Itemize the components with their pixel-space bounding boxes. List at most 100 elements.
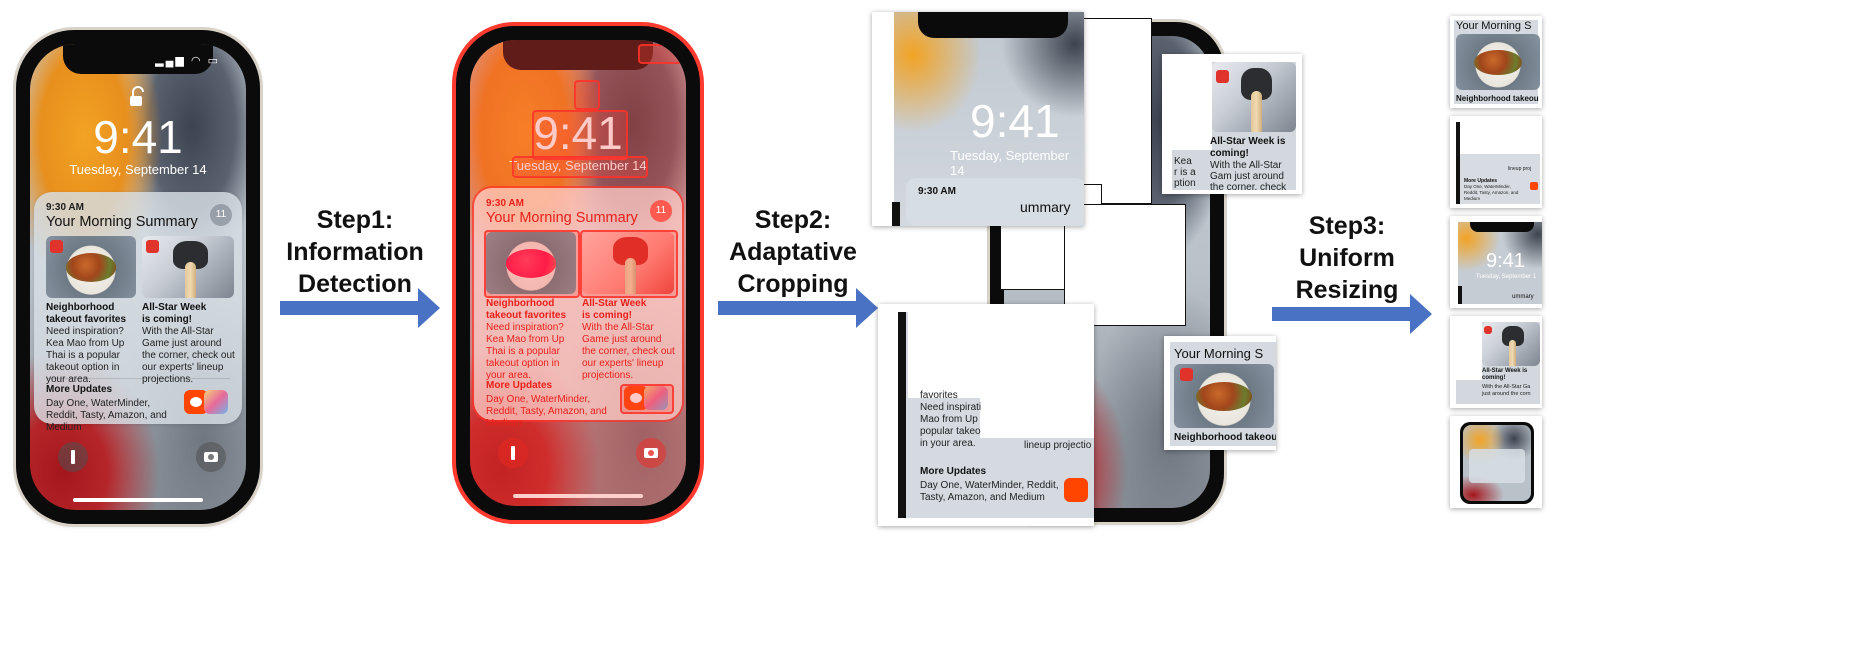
thumb-sport: All-Star Week is coming! With the All-St… — [1450, 316, 1542, 408]
thumb-right: lineup proj — [1508, 166, 1532, 172]
crop-date-text: Tuesday, September 14 — [950, 148, 1070, 178]
flashlight-button[interactable] — [498, 438, 528, 468]
thumb-phone-card — [1469, 449, 1525, 483]
story1-body: Need inspiration? Kea Mao from Up Thai i… — [46, 326, 125, 385]
more-updates-list: Day One, WaterMinder, Reddit, Tasty, Ama… — [46, 398, 167, 433]
notification-badge: 11 — [210, 204, 232, 226]
thumb-phone-screen — [1463, 425, 1531, 501]
crop-notch — [918, 12, 1068, 38]
thumb-more-list: Day One, WaterMinder, Reddit, Tasty, Ama… — [1464, 184, 1519, 201]
app-icon — [1180, 368, 1193, 381]
divider — [46, 378, 230, 379]
date: Tuesday, September 14 — [69, 162, 207, 177]
thumb-body: With the All-Star Ga just around the cor… — [1482, 384, 1531, 397]
story2-headline: All-Star Week is coming! — [582, 298, 647, 321]
crop-outline — [1082, 18, 1152, 204]
crop-left-body: favorites Need inspirati Mao from Up pop… — [920, 390, 982, 449]
story1-body: Need inspiration? Kea Mao from Up Thai i… — [486, 322, 565, 381]
story2-headline: All-Star Week is coming! — [142, 302, 207, 325]
thumb-date-text: Tuesday, September 1 — [1476, 274, 1537, 280]
more-updates-title: More Updates — [46, 384, 113, 395]
food-image — [1456, 34, 1540, 90]
crop-food-area: Your Morning S Neighborhood takeou — [1170, 342, 1276, 446]
crop-mask — [980, 398, 1094, 438]
crop-mask — [1172, 62, 1212, 150]
phone-original: ▂▄▆ ◠ ▭ 9:41 Tuesday, September 14 9:30 … — [0, 14, 278, 532]
detect-status — [638, 44, 682, 64]
crop-sport-headline: All-Star Week is coming! — [1210, 136, 1286, 159]
step2-arrow — [718, 301, 858, 315]
thumb-mask — [1456, 322, 1482, 380]
notification-time: 9:30 AM — [46, 202, 84, 213]
thumb-more-updates: lineup proj More Updates Day One, WaterM… — [1450, 116, 1542, 208]
step2-label: Step2: Adaptative Cropping — [729, 206, 857, 298]
step1-arrow-head — [418, 288, 440, 328]
thumb-phone — [1450, 416, 1542, 508]
story1-headline: Neighborhood takeout favorites — [46, 302, 127, 325]
crop-more-list: Day One, WaterMinder, Reddit, Tasty, Ama… — [920, 480, 1059, 503]
phone-detection: 9:41 Tuesday, September 14 9:30 AM Your … — [442, 14, 718, 532]
notification-card[interactable]: 9:30 AM Your Morning Summary 11 Neighbor… — [474, 188, 682, 429]
thumb-black-edge — [1456, 122, 1460, 204]
app-icon — [146, 240, 159, 253]
crop-summary: ummary — [1020, 199, 1071, 215]
app-icon — [1216, 70, 1229, 83]
phone-frame: ▂▄▆ ◠ ▭ 9:41 Tuesday, September 14 9:30 … — [16, 30, 260, 524]
flashlight-button[interactable] — [58, 442, 88, 472]
camera-button[interactable] — [196, 442, 226, 472]
reddit-icon — [1064, 478, 1088, 502]
crop-body-area: favorites Need inspirati Mao from Up pop… — [900, 312, 1094, 518]
more-updates-list: Day One, WaterMinder, Reddit, Tasty, Ama… — [486, 394, 607, 429]
home-indicator — [73, 498, 203, 502]
crop-food-caption: Neighborhood takeou — [1174, 432, 1276, 443]
step3-label: Step3: Uniform Resizing — [1295, 212, 1399, 304]
thumb-food: Your Morning S Neighborhood takeou — [1450, 16, 1542, 108]
notification-badge: 11 — [650, 200, 672, 222]
thumb-notch — [1470, 222, 1534, 232]
notification-title: Your Morning Summary — [46, 214, 198, 230]
status-icons: ▂▄▆ ◠ ▭ — [155, 55, 220, 67]
thumb-mask — [1458, 122, 1540, 154]
step1-arrow — [280, 301, 420, 315]
step3-arrow — [1272, 307, 1412, 321]
crop-sport: All-Star Week is coming! With the All-St… — [1162, 54, 1302, 194]
crop-food-title: Your Morning S — [1174, 346, 1264, 361]
lock-screen: 9:41 Tuesday, September 14 9:30 AM Your … — [470, 40, 686, 506]
crop-sport-area: All-Star Week is coming! With the All-St… — [1172, 62, 1296, 190]
app-icon — [1484, 326, 1492, 334]
clock: 9:41 — [93, 111, 183, 163]
cropping-collage: 9:41 Tuesday, September 14 9:30 AM ummar… — [870, 8, 1310, 540]
thumb-head: All-Star Week is coming! — [1482, 368, 1528, 381]
thumb-black-edge — [1458, 286, 1462, 304]
reddit-icon — [1530, 182, 1538, 190]
crop-food: Your Morning S Neighborhood takeou — [1164, 336, 1276, 450]
app-icon — [50, 240, 63, 253]
crop-lineup: lineup projectio — [1024, 440, 1092, 451]
crop-black-edge — [892, 202, 900, 226]
story1-headline: Neighborhood takeout favorites — [486, 298, 567, 321]
home-indicator — [513, 494, 643, 498]
resized-thumbnails: Your Morning S Neighborhood takeou lineu… — [1446, 12, 1546, 512]
crop-clock-screen: 9:41 Tuesday, September 14 9:30 AM ummar… — [894, 12, 1084, 226]
detect-icons — [620, 384, 674, 414]
thumb-phone-frame — [1460, 422, 1534, 504]
story2-body: With the All-Star Game just around the c… — [142, 326, 235, 385]
detect-date — [512, 156, 648, 178]
thumb-clock: 9:41 Tuesday, September 1 ummary — [1450, 216, 1542, 308]
camera-button[interactable] — [636, 438, 666, 468]
crop-more-title: More Updates — [920, 466, 987, 477]
lock-screen: ▂▄▆ ◠ ▭ 9:41 Tuesday, September 14 9:30 … — [30, 44, 246, 510]
crop-side-text: Kea r is a ption — [1174, 156, 1196, 189]
story2-body: With the All-Star Game just around the c… — [582, 322, 675, 381]
crop-clock: 9:41 Tuesday, September 14 9:30 AM ummar… — [872, 12, 1084, 226]
step1-label: Step1: Information Detection — [286, 206, 424, 298]
step3-arrow-head — [1410, 294, 1432, 334]
thumb-sum: ummary — [1512, 294, 1534, 300]
crop-mask — [908, 312, 1094, 398]
thumb-clock-text: 9:41 — [1486, 250, 1525, 272]
crop-time-small: 9:30 AM — [918, 186, 956, 197]
detect-food — [484, 230, 580, 298]
detect-sport — [580, 230, 678, 298]
notification-card[interactable]: 9:30 AM Your Morning Summary 11 Neighbor… — [34, 192, 242, 433]
more-updates-title: More Updates — [486, 380, 553, 391]
